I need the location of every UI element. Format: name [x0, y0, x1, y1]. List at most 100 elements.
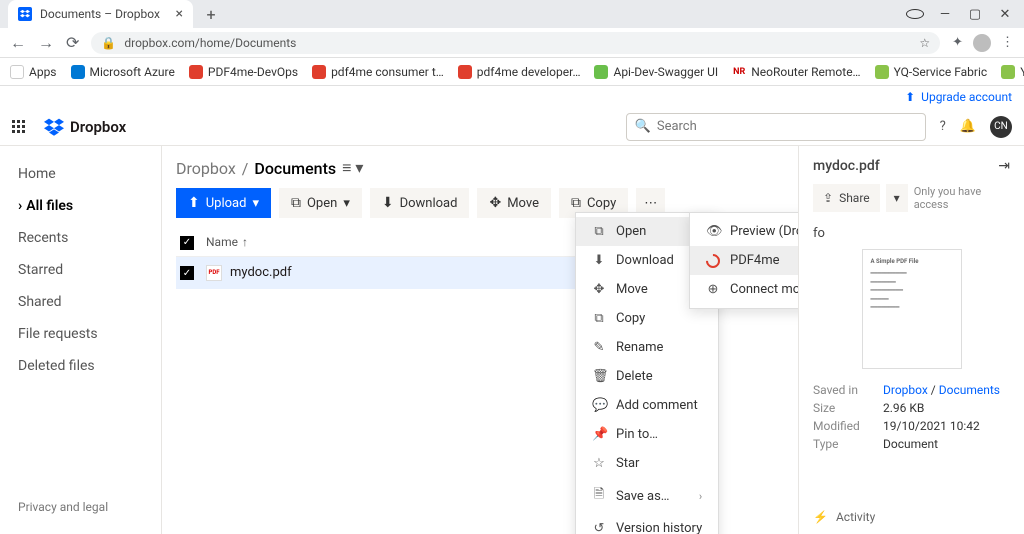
plus-circle-icon: ⊕	[706, 282, 720, 297]
browser-menu-icon[interactable]: ⋮	[1001, 35, 1014, 50]
search-input[interactable]: 🔍 Search	[626, 113, 926, 141]
size-value: 2.96 KB	[883, 401, 1010, 415]
save-icon: 🗎	[592, 485, 606, 507]
window-minimize-button[interactable]: —	[936, 7, 954, 22]
ctx-add-comment[interactable]: 💬Add comment	[576, 391, 718, 420]
upgrade-banner: ⬆ Upgrade account	[0, 86, 1024, 108]
ctx-version-history[interactable]: ↺Version history	[576, 514, 718, 534]
ctx-pin[interactable]: 📌Pin to…	[576, 420, 718, 449]
bookmark-item[interactable]: YP-Service Fabric	[1001, 65, 1024, 79]
ctx-save-as[interactable]: 🗎Save as…›	[576, 478, 718, 514]
account-avatar[interactable]: CN	[990, 116, 1012, 138]
nav-back-button[interactable]: ←	[10, 33, 26, 53]
upload-icon: ⬆	[188, 195, 200, 211]
bookmarks-bar: Apps Microsoft Azure PDF4me-DevOps pdf4m…	[0, 58, 1024, 86]
sidebar-item-starred[interactable]: Starred	[0, 254, 161, 286]
breadcrumb-root[interactable]: Dropbox	[176, 159, 236, 178]
open-button[interactable]: ⧉Open ▾	[279, 188, 362, 218]
url-field[interactable]: 🔒 dropbox.com/home/Documents ☆	[91, 32, 940, 54]
sidebar-item-shared[interactable]: Shared	[0, 286, 161, 318]
activity-section[interactable]: ⚡Activity	[813, 510, 875, 524]
submenu-preview[interactable]: 👁Preview (Dropbox)	[690, 217, 798, 246]
bookmark-item[interactable]: pdf4me developer…	[458, 65, 581, 79]
sort-asc-icon: ↑	[242, 235, 248, 249]
submenu-connect-apps[interactable]: ⊕Connect more apps	[690, 275, 798, 304]
open-icon: ⧉	[291, 195, 301, 211]
access-label: Only you have access	[914, 185, 1010, 211]
search-placeholder: Search	[657, 119, 697, 134]
upgrade-link[interactable]: Upgrade account	[921, 90, 1012, 104]
download-button[interactable]: ⬇Download	[370, 188, 470, 218]
ctx-delete[interactable]: 🗑Delete	[576, 362, 718, 391]
sidebar-item-deleted[interactable]: Deleted files	[0, 350, 161, 382]
window-controls: — ▢ ✕	[906, 7, 1024, 22]
sidebar-footer-link[interactable]: Privacy and legal	[0, 492, 161, 522]
app-header: Dropbox 🔍 Search ? 🔔 CN	[0, 108, 1024, 146]
download-icon: ⬇	[592, 253, 606, 268]
app-grid-icon[interactable]	[12, 120, 30, 133]
dropbox-logo[interactable]: Dropbox	[44, 118, 126, 136]
ctx-star[interactable]: ☆Star	[576, 449, 718, 478]
pin-icon: 📌	[592, 427, 606, 442]
upload-button[interactable]: ⬆Upload ▾	[176, 188, 271, 218]
sidebar-item-home[interactable]: Home	[0, 158, 161, 190]
breadcrumb-current: Documents	[254, 159, 336, 178]
open-submenu: 👁Preview (Dropbox) PDF4me ⊕Connect more …	[689, 212, 798, 309]
profile-avatar-icon[interactable]	[973, 34, 991, 52]
extensions-icon[interactable]: ✦	[952, 35, 963, 50]
open-icon: ⧉	[592, 224, 606, 239]
window-close-button[interactable]: ✕	[996, 7, 1014, 22]
delete-icon: 🗑	[592, 369, 606, 384]
upgrade-icon: ⬆	[905, 90, 915, 104]
file-browser: Dropbox / Documents ≡ ▾ ⬆Upload ▾ ⧉Open …	[162, 146, 798, 534]
bookmark-item[interactable]: PDF4me-DevOps	[189, 65, 298, 79]
bookmark-item[interactable]: pdf4me consumer t…	[312, 65, 444, 79]
dropbox-wordmark: Dropbox	[70, 118, 126, 136]
bookmark-item[interactable]: YQ-Service Fabric	[875, 65, 988, 79]
bookmarks-apps[interactable]: Apps	[10, 65, 57, 79]
rename-icon: ✎	[592, 340, 606, 355]
file-preview-thumbnail[interactable]: A Simple PDF File ━━━━━━━━━━━━━━━━━━━━━━…	[862, 249, 962, 369]
sidebar-item-file-requests[interactable]: File requests	[0, 318, 161, 350]
ctx-rename[interactable]: ✎Rename	[576, 333, 718, 362]
lock-icon: 🔒	[101, 36, 116, 50]
share-dropdown-button[interactable]: ▾	[886, 184, 908, 212]
row-checkbox[interactable]: ✓	[180, 266, 194, 280]
browser-url-bar: ← → ⟳ 🔒 dropbox.com/home/Documents ☆ ✦ ⋮	[0, 28, 1024, 58]
sidebar-item-all-files[interactable]: All files	[0, 190, 161, 222]
close-tab-icon[interactable]: ×	[176, 6, 183, 22]
window-maximize-button[interactable]: ▢	[966, 7, 984, 22]
dropbox-glyph-icon	[44, 118, 64, 136]
modified-value: 19/10/2021 10:42	[883, 419, 1010, 433]
browser-tab[interactable]: Documents – Dropbox ×	[8, 0, 193, 28]
bookmark-item[interactable]: Microsoft Azure	[71, 65, 175, 79]
bookmark-item[interactable]: Api-Dev-Swagger UI	[594, 65, 718, 79]
dropbox-favicon	[18, 7, 32, 21]
bookmark-item[interactable]: NRNeoRouter Remote…	[732, 65, 860, 79]
share-icon: ⇪	[823, 191, 833, 205]
copy-icon: ⧉	[571, 195, 581, 211]
share-button[interactable]: ⇪Share	[813, 184, 880, 212]
select-all-checkbox[interactable]: ✓	[180, 236, 194, 250]
notifications-icon[interactable]: 🔔	[960, 119, 976, 134]
type-value: Document	[883, 437, 1010, 451]
sidebar: Home All files Recents Starred Shared Fi…	[0, 146, 162, 534]
main-layout: Home All files Recents Starred Shared Fi…	[0, 146, 1024, 534]
nav-reload-button[interactable]: ⟳	[66, 33, 79, 52]
submenu-pdf4me[interactable]: PDF4me	[690, 246, 798, 275]
view-toggle-button[interactable]: ≡ ▾	[342, 158, 363, 178]
eye-icon: 👁	[706, 224, 720, 239]
new-tab-button[interactable]: +	[199, 5, 223, 24]
activity-icon: ⚡	[813, 510, 828, 524]
sidebar-item-recents[interactable]: Recents	[0, 222, 161, 254]
nav-forward-button[interactable]: →	[38, 33, 54, 53]
search-icon: 🔍	[635, 119, 651, 134]
pdf-file-icon: PDF	[206, 265, 222, 281]
move-button[interactable]: ✥Move	[477, 188, 551, 218]
tab-title: Documents – Dropbox	[40, 7, 168, 21]
move-icon: ✥	[489, 195, 501, 211]
star-url-icon[interactable]: ☆	[919, 36, 930, 50]
expand-icon[interactable]: ⇥	[998, 158, 1010, 174]
comment-icon: 💬	[592, 398, 606, 413]
help-icon[interactable]: ?	[940, 119, 946, 134]
